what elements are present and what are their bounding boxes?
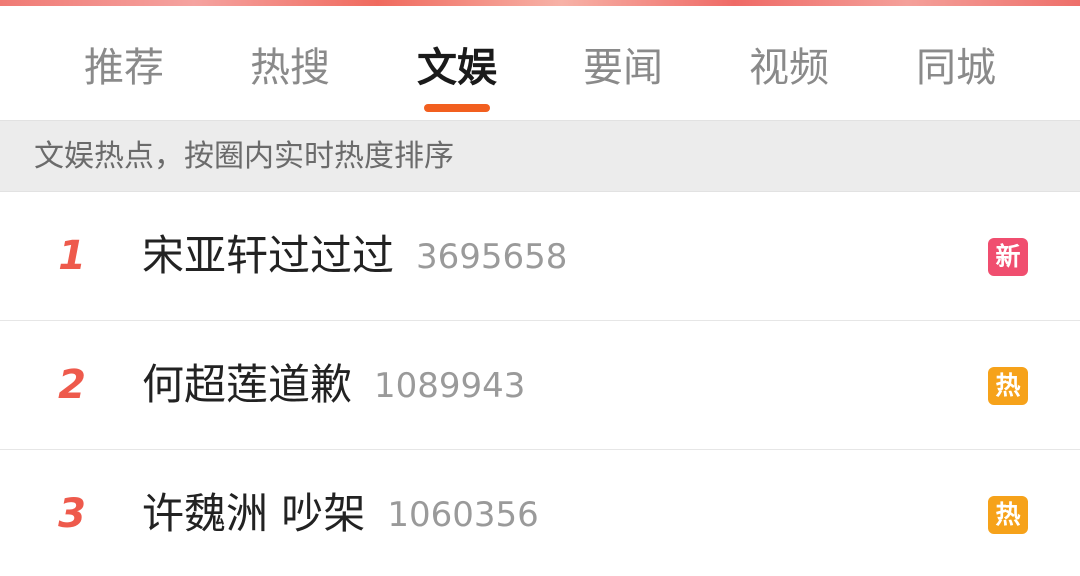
trending-title-text[interactable]: 许魏洲 吵架 <box>142 489 365 538</box>
trending-list: 1 宋亚轩过过过 3695658 新 2 何超莲道歉 1089943 热 3 许魏洲… <box>0 192 1080 576</box>
rank-number: 3 <box>58 491 86 537</box>
tab-news[interactable]: 要闻 <box>553 40 693 96</box>
section-subheader: 文娱热点，按圈内实时热度排序 <box>0 120 1080 192</box>
subheader-text: 文娱热点，按圈内实时热度排序 <box>34 139 454 174</box>
trending-row[interactable]: 3 许魏洲 吵架 1060356 热 <box>0 450 1080 576</box>
hot-badge: 热 <box>988 367 1028 405</box>
rank-number: 2 <box>58 362 86 408</box>
new-badge: 新 <box>988 238 1028 276</box>
heat-count: 1060356 <box>387 495 539 535</box>
heat-count: 3695658 <box>416 237 568 277</box>
hot-badge: 热 <box>988 496 1028 534</box>
tab-video[interactable]: 视频 <box>719 40 859 96</box>
active-tab-indicator <box>424 104 490 112</box>
trending-title-text[interactable]: 宋亚轩过过过 <box>142 231 394 280</box>
tab-recommend[interactable]: 推荐 <box>54 40 194 96</box>
tab-entertainment[interactable]: 文娱 <box>387 40 527 96</box>
tab-hot-search[interactable]: 热搜 <box>220 40 360 96</box>
category-tabs: 推荐 热搜 文娱 要闻 视频 同城 <box>0 6 1080 120</box>
trending-title[interactable]: 许魏洲 吵架 1060356 <box>142 490 539 539</box>
rank-number: 1 <box>58 233 86 279</box>
trending-title-text[interactable]: 何超莲道歉 <box>142 360 352 409</box>
trending-row[interactable]: 1 宋亚轩过过过 3695658 新 <box>0 192 1080 321</box>
trending-title[interactable]: 何超莲道歉 1089943 <box>142 361 525 410</box>
trending-screen: 推荐 热搜 文娱 要闻 视频 同城 文娱热点，按圈内实时热度排序 1 宋亚轩过过… <box>0 0 1080 576</box>
trending-row[interactable]: 2 何超莲道歉 1089943 热 <box>0 321 1080 450</box>
heat-count: 1089943 <box>374 366 526 406</box>
tab-local[interactable]: 同城 <box>886 40 1026 96</box>
trending-title[interactable]: 宋亚轩过过过 3695658 <box>142 232 567 281</box>
